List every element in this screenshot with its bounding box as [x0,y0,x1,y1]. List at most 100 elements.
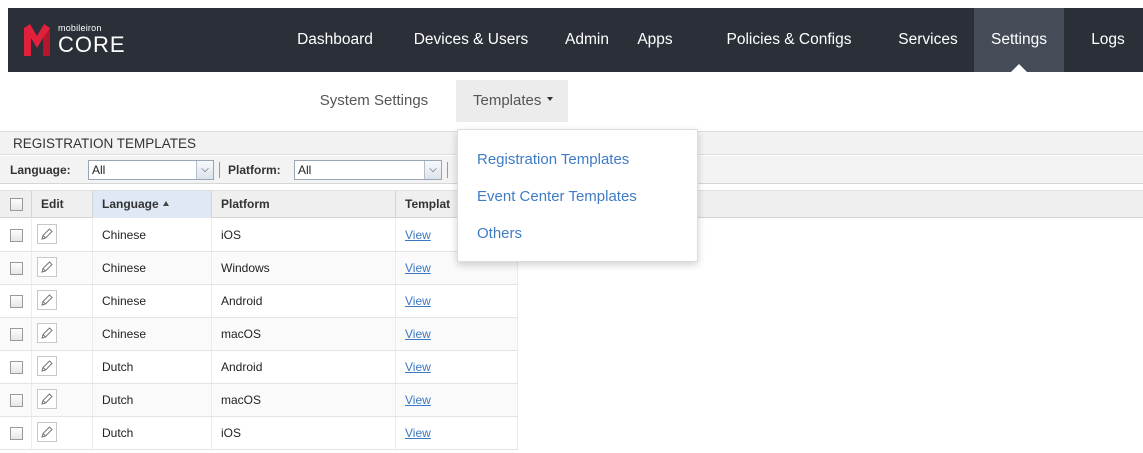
nav-admin[interactable]: Admin [554,8,620,72]
row-language: Chinese [93,252,212,284]
row-language: Dutch [93,351,212,383]
table-row[interactable]: Dutch iOS View [0,417,518,450]
view-template-link[interactable]: View [405,228,431,242]
nav-devices-users[interactable]: Devices & Users [398,8,544,72]
view-template-link[interactable]: View [405,261,431,275]
platform-filter-select[interactable]: All ⌵ [294,160,442,180]
mobileiron-logo[interactable]: mobileiron CORE [24,20,126,60]
nav-logs[interactable]: Logs [1080,8,1136,72]
row-template-cell: View [396,384,518,416]
edit-pencil-icon[interactable] [37,323,57,343]
header-select-all-cell [0,191,32,218]
edit-pencil-icon[interactable] [37,356,57,376]
row-checkbox[interactable] [10,427,23,440]
chevron-down-icon: ⌵ [424,161,441,179]
row-platform: macOS [212,384,396,416]
row-platform: iOS [212,417,396,449]
mobileiron-logo-icon [24,24,50,56]
row-edit-cell [32,417,93,449]
row-platform: Windows [212,252,396,284]
table-row[interactable]: Chinese iOS View [0,219,518,252]
subnav-system-settings[interactable]: System Settings [300,80,448,122]
row-language: Dutch [93,417,212,449]
column-header-language[interactable]: Language [93,191,212,218]
view-template-link[interactable]: View [405,327,431,341]
row-language: Chinese [93,219,212,251]
subnav-templates-label: Templates [473,92,542,109]
row-template-cell: View [396,417,518,449]
row-select-cell [0,285,32,317]
edit-pencil-icon[interactable] [37,224,57,244]
column-header-edit: Edit [32,191,93,218]
row-checkbox[interactable] [10,361,23,374]
filter-divider [447,162,448,178]
edit-pencil-icon[interactable] [37,422,57,442]
view-template-link[interactable]: View [405,393,431,407]
edit-pencil-icon[interactable] [37,290,57,310]
language-filter-value: All [92,163,106,177]
sort-ascending-icon [162,201,169,207]
row-language: Chinese [93,318,212,350]
row-select-cell [0,417,32,449]
edit-pencil-icon[interactable] [37,389,57,409]
row-template-cell: View [396,318,518,350]
row-select-cell [0,219,32,251]
language-filter-select[interactable]: All ⌵ [88,160,214,180]
platform-filter-label: Platform: [228,163,281,177]
menu-item-registration-templates[interactable]: Registration Templates [477,151,629,168]
nav-settings-label: Settings [990,31,1047,48]
language-filter-label: Language: [10,163,71,177]
nav-policies-configs[interactable]: Policies & Configs [704,8,874,72]
table-row[interactable]: Chinese Android View [0,285,518,318]
edit-pencil-icon[interactable] [37,257,57,277]
row-platform: Android [212,351,396,383]
row-select-cell [0,351,32,383]
table-row[interactable]: Dutch macOS View [0,384,518,417]
chevron-down-icon [547,97,554,102]
row-checkbox[interactable] [10,394,23,407]
view-template-link[interactable]: View [405,426,431,440]
row-template-cell: View [396,285,518,317]
row-edit-cell [32,252,93,284]
templates-dropdown-menu: Registration Templates Event Center Temp… [457,129,698,262]
menu-item-event-center-templates[interactable]: Event Center Templates [477,188,637,205]
view-template-link[interactable]: View [405,360,431,374]
row-platform: macOS [212,318,396,350]
nav-apps[interactable]: Apps [626,8,684,72]
table-row[interactable]: Chinese Windows View [0,252,518,285]
table-row[interactable]: Chinese macOS View [0,318,518,351]
row-select-cell [0,252,32,284]
nav-settings[interactable]: Settings [974,8,1064,72]
row-language: Chinese [93,285,212,317]
row-language: Dutch [93,384,212,416]
subnav-templates[interactable]: Templates [456,80,568,122]
row-checkbox[interactable] [10,295,23,308]
view-template-link[interactable]: View [405,294,431,308]
column-header-platform[interactable]: Platform [212,191,396,218]
row-checkbox[interactable] [10,328,23,341]
nav-services[interactable]: Services [883,8,973,72]
row-checkbox[interactable] [10,262,23,275]
top-navbar: mobileiron CORE Dashboard Devices & User… [8,8,1143,72]
column-header-language-label: Language [102,197,159,211]
row-checkbox[interactable] [10,229,23,242]
platform-filter-value: All [298,163,312,177]
row-edit-cell [32,285,93,317]
brand-big: CORE [58,32,126,57]
row-select-cell [0,384,32,416]
row-platform: iOS [212,219,396,251]
filter-divider [219,162,220,178]
row-edit-cell [32,351,93,383]
menu-item-others[interactable]: Others [477,225,522,242]
row-edit-cell [32,384,93,416]
row-edit-cell [32,219,93,251]
table-row[interactable]: Dutch Android View [0,351,518,384]
row-platform: Android [212,285,396,317]
select-all-checkbox[interactable] [10,198,23,211]
chevron-down-icon: ⌵ [196,161,213,179]
row-template-cell: View [396,351,518,383]
active-indicator-caret [1011,64,1027,72]
row-edit-cell [32,318,93,350]
nav-dashboard[interactable]: Dashboard [280,8,390,72]
row-select-cell [0,318,32,350]
